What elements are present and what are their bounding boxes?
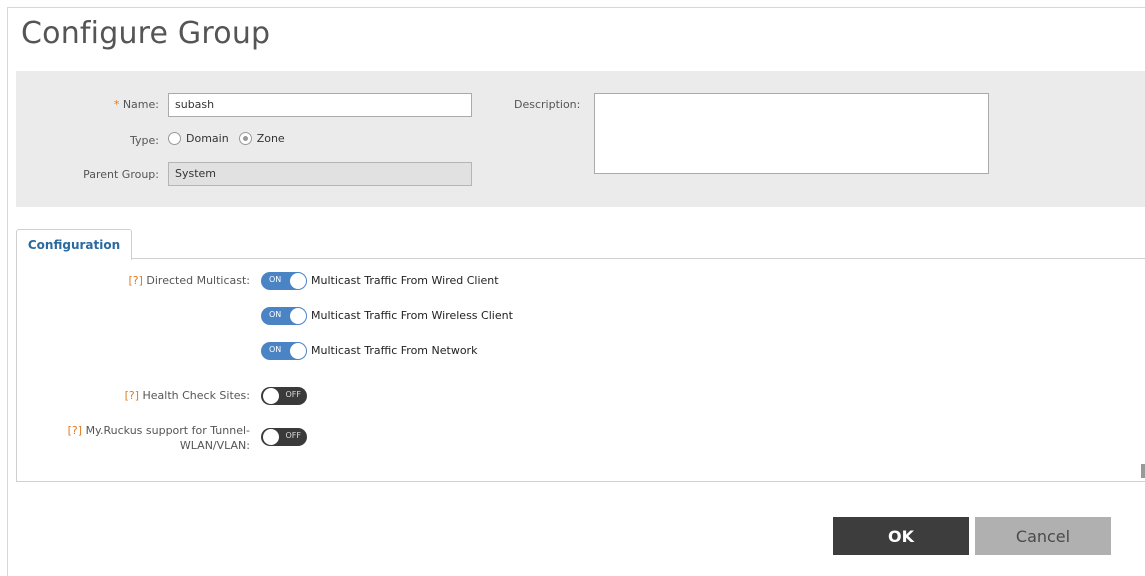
health-check-toggle-state: OFF bbox=[285, 390, 302, 399]
wireless-client-toggle-state: ON bbox=[269, 310, 282, 319]
health-check-toggle[interactable]: OFF bbox=[261, 387, 307, 405]
type-zone-label[interactable]: Zone bbox=[257, 132, 285, 145]
type-radio-group: Domain Zone bbox=[168, 132, 295, 145]
dialog-title: Configure Group bbox=[21, 16, 271, 51]
scrollbar-handle[interactable] bbox=[1141, 464, 1145, 478]
wired-client-toggle[interactable]: ON bbox=[261, 272, 307, 290]
wired-client-label: Multicast Traffic From Wired Client bbox=[311, 274, 499, 287]
wireless-client-toggle[interactable]: ON bbox=[261, 307, 307, 325]
myruckus-toggle-state: OFF bbox=[285, 431, 302, 440]
ok-button[interactable]: OK bbox=[833, 517, 969, 555]
toggle-knob bbox=[290, 343, 306, 359]
name-label: * Name: bbox=[114, 98, 159, 111]
name-label-text: Name: bbox=[122, 98, 159, 111]
health-check-label: [?] Health Check Sites: bbox=[125, 389, 250, 402]
myruckus-toggle[interactable]: OFF bbox=[261, 428, 307, 446]
network-label: Multicast Traffic From Network bbox=[311, 344, 478, 357]
type-domain-label[interactable]: Domain bbox=[186, 132, 229, 145]
myruckus-label-line2: WLAN/VLAN: bbox=[179, 439, 250, 452]
description-label: Description: bbox=[514, 98, 581, 111]
wired-client-toggle-state: ON bbox=[269, 275, 282, 284]
parent-group-field: System bbox=[168, 162, 472, 186]
directed-multicast-text: Directed Multicast: bbox=[146, 274, 250, 287]
directed-multicast-help[interactable]: [?] bbox=[128, 274, 142, 287]
type-label: Type: bbox=[130, 134, 159, 147]
tab-configuration[interactable]: Configuration bbox=[16, 229, 132, 260]
myruckus-text-1: My.Ruckus support for Tunnel- bbox=[85, 424, 250, 437]
health-check-help[interactable]: [?] bbox=[125, 389, 139, 402]
health-check-text: Health Check Sites: bbox=[142, 389, 250, 402]
myruckus-help[interactable]: [?] bbox=[68, 424, 82, 437]
parent-group-label: Parent Group: bbox=[83, 168, 159, 181]
myruckus-label: [?] My.Ruckus support for Tunnel- WLAN/V… bbox=[68, 423, 250, 453]
directed-multicast-label: [?] Directed Multicast: bbox=[128, 274, 250, 287]
network-toggle[interactable]: ON bbox=[261, 342, 307, 360]
toggle-knob bbox=[263, 429, 279, 445]
network-toggle-state: ON bbox=[269, 345, 282, 354]
type-domain-radio[interactable] bbox=[168, 132, 181, 145]
toggle-knob bbox=[290, 273, 306, 289]
wireless-client-label: Multicast Traffic From Wireless Client bbox=[311, 309, 513, 322]
name-input[interactable]: subash bbox=[168, 93, 472, 117]
toggle-knob bbox=[263, 388, 279, 404]
toggle-knob bbox=[290, 308, 306, 324]
cancel-button[interactable]: Cancel bbox=[975, 517, 1111, 555]
type-zone-radio[interactable] bbox=[238, 132, 252, 145]
description-textarea[interactable] bbox=[594, 93, 989, 174]
required-marker: * bbox=[113, 98, 120, 111]
myruckus-label-line1: [?] My.Ruckus support for Tunnel- bbox=[68, 423, 250, 438]
